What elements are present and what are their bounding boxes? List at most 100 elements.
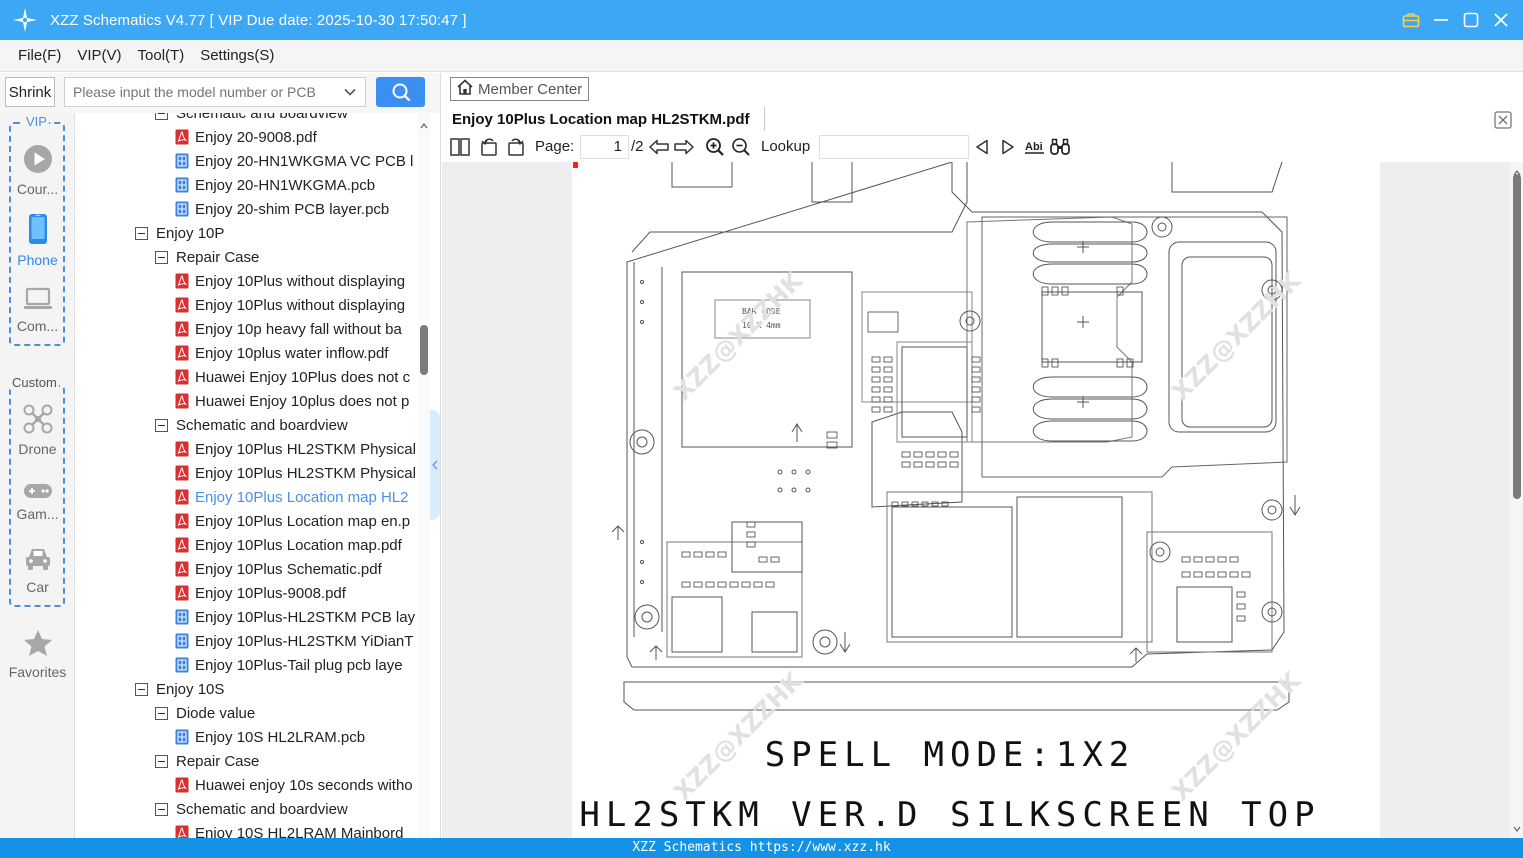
briefcase-icon[interactable]: [1401, 10, 1421, 30]
tree-row-label: Enjoy 10Plus Schematic.pdf: [195, 560, 382, 578]
tree-scrollbar-thumb[interactable]: [420, 325, 428, 375]
tree-file-row[interactable]: Enjoy 10Plus Schematic.pdf: [175, 557, 382, 581]
collapse-toggle-icon[interactable]: [155, 706, 168, 720]
tree-file-row[interactable]: Enjoy 10Plus-Tail plug pcb laye: [175, 653, 403, 677]
tree-file-row[interactable]: Enjoy 20-HN1WKGMA VC PCB l: [175, 149, 413, 173]
tree-file-row[interactable]: Enjoy 10Plus without displaying: [175, 293, 405, 317]
zoom-out-icon[interactable]: [730, 136, 752, 158]
laptop-icon: [0, 287, 75, 314]
tree-row-label: Enjoy 10Plus HL2STKM Physical: [195, 464, 416, 482]
match-text-icon[interactable]: Abi: [1023, 136, 1047, 158]
rotate-right-icon[interactable]: [505, 136, 527, 158]
tree-file-row[interactable]: Enjoy 10S HL2LRAM Mainbord: [175, 821, 403, 838]
previous-page-icon[interactable]: [648, 136, 670, 158]
search-button[interactable]: [376, 77, 425, 107]
pdf-viewer[interactable]: BAR CODE 10 X 4mm XZZ@XZZHK XZZ@XZZHK XZ…: [442, 162, 1510, 838]
category-favorites[interactable]: Favorites: [0, 629, 75, 680]
viewer-scrollbar-thumb[interactable]: [1513, 174, 1521, 499]
find-next-icon[interactable]: [997, 136, 1019, 158]
find-previous-icon[interactable]: [971, 136, 993, 158]
binoculars-icon[interactable]: [1049, 136, 1071, 158]
document-tab[interactable]: Enjoy 10Plus Location map HL2STKM.pdf: [452, 106, 750, 132]
category-gaming[interactable]: Gam...: [0, 483, 75, 522]
tree-folder-row[interactable]: Schematic and boardview: [155, 413, 348, 437]
tree-file-row[interactable]: Enjoy 10Plus-9008.pdf: [175, 581, 346, 605]
tree-file-row[interactable]: Enjoy 10Plus HL2STKM Physical: [175, 461, 416, 485]
tree-folder-row[interactable]: Repair Case: [155, 749, 259, 773]
tree-folder-row[interactable]: Diode value: [155, 701, 255, 725]
tree-file-row[interactable]: Enjoy 10Plus-HL2STKM PCB lay: [175, 605, 415, 629]
scroll-down-icon[interactable]: [1513, 820, 1521, 836]
search-input[interactable]: [73, 84, 341, 100]
tree-file-row[interactable]: Enjoy 10S HL2LRAM.pcb: [175, 725, 365, 749]
tree-file-row[interactable]: Huawei Enjoy 10plus does not p: [175, 389, 409, 413]
member-center-button[interactable]: Member Center: [450, 77, 589, 101]
tree-file-row[interactable]: Enjoy 10Plus Location map HL2: [175, 485, 408, 509]
tree-file-row[interactable]: Enjoy 20-9008.pdf: [175, 125, 317, 149]
watermark-text: XZZ@XZZHK: [668, 266, 809, 407]
search-combobox[interactable]: [64, 77, 366, 107]
tree-file-row[interactable]: Enjoy 20-HN1WKGMA.pcb: [175, 173, 375, 197]
tree-file-row[interactable]: Enjoy 20-shim PCB layer.pcb: [175, 197, 389, 221]
scroll-up-icon[interactable]: [420, 117, 428, 133]
tree-file-row[interactable]: Enjoy 10Plus HL2STKM Physical: [175, 437, 416, 461]
tree-folder-row[interactable]: Schematic and boardview: [155, 797, 348, 821]
category-computer[interactable]: Com...: [0, 287, 75, 334]
close-tab-icon[interactable]: [1494, 111, 1512, 129]
tree-file-row[interactable]: Enjoy 10Plus-HL2STKM YiDianT: [175, 629, 413, 653]
collapse-toggle-icon[interactable]: [135, 226, 148, 240]
tree-file-row[interactable]: Enjoy 10plus water inflow.pdf: [175, 341, 388, 365]
tree-file-row[interactable]: Huawei enjoy 10s seconds witho: [175, 773, 413, 797]
category-label: Car: [26, 579, 49, 595]
collapse-toggle-icon[interactable]: [155, 802, 168, 816]
tree-row-label: Enjoy 10Plus-Tail plug pcb laye: [195, 656, 403, 674]
menu-file[interactable]: File(F): [18, 47, 61, 64]
svg-text:Abi: Abi: [1025, 141, 1043, 153]
tree-folder-row[interactable]: Schematic and boardview: [155, 113, 348, 125]
close-button[interactable]: [1491, 10, 1511, 30]
tree-file-row[interactable]: Enjoy 10p heavy fall without ba: [175, 317, 402, 341]
window-title: XZZ Schematics V4.77 [ VIP Due date: 202…: [50, 11, 467, 29]
search-row: Shrink: [0, 73, 440, 113]
collapse-toggle-icon[interactable]: [155, 754, 168, 768]
maximize-button[interactable]: [1461, 10, 1481, 30]
collapse-panel-handle[interactable]: [430, 410, 440, 520]
rotate-left-icon[interactable]: [478, 136, 500, 158]
tree-scrollbar[interactable]: [418, 113, 430, 838]
tree-row-label: Enjoy 10Plus-9008.pdf: [195, 584, 346, 602]
tree-folder-row[interactable]: Repair Case: [155, 245, 259, 269]
two-page-icon[interactable]: [449, 136, 471, 158]
collapse-toggle-icon[interactable]: [155, 113, 168, 120]
page-number-input[interactable]: 1: [580, 135, 629, 159]
tree-row-label: Enjoy 20-HN1WKGMA VC PCB l: [195, 152, 414, 170]
collapse-toggle-icon[interactable]: [155, 250, 168, 264]
tree-row-label: Huawei Enjoy 10Plus does not c: [195, 368, 411, 386]
collapse-toggle-icon[interactable]: [155, 418, 168, 432]
watermark-text: XZZ@XZZHK: [1166, 266, 1307, 407]
zoom-in-icon[interactable]: [704, 136, 726, 158]
tree-row-label: Enjoy 10p heavy fall without ba: [195, 320, 402, 338]
tree-folder-row[interactable]: Enjoy 10P: [135, 221, 224, 245]
tree-file-row[interactable]: Huawei Enjoy 10Plus does not c: [175, 365, 410, 389]
tree-file-row[interactable]: Enjoy 10Plus Location map.pdf: [175, 533, 402, 557]
tree-folder-row[interactable]: Enjoy 10S: [135, 677, 224, 701]
title-bar: XZZ Schematics V4.77 [ VIP Due date: 202…: [0, 0, 1523, 40]
next-page-icon[interactable]: [673, 136, 695, 158]
chevron-down-icon[interactable]: [343, 85, 357, 102]
category-drone[interactable]: Drone: [0, 404, 75, 457]
star-icon: [0, 629, 75, 660]
tree-file-row[interactable]: Enjoy 10Plus without displaying: [175, 269, 405, 293]
menu-settings[interactable]: Settings(S): [200, 47, 274, 64]
tree-file-row[interactable]: Enjoy 10Plus Location map en.p: [175, 509, 410, 533]
category-courses[interactable]: Cour...: [0, 144, 75, 197]
category-label: Favorites: [8, 664, 67, 680]
viewer-scrollbar[interactable]: [1510, 162, 1523, 838]
shrink-button[interactable]: Shrink: [5, 77, 55, 107]
lookup-input[interactable]: [819, 135, 969, 159]
menu-vip[interactable]: VIP(V): [77, 47, 121, 64]
minimize-button[interactable]: [1431, 10, 1451, 30]
collapse-toggle-icon[interactable]: [135, 682, 148, 696]
category-phone[interactable]: Phone: [0, 213, 75, 268]
menu-tool[interactable]: Tool(T): [138, 47, 185, 64]
category-car[interactable]: Car: [0, 546, 75, 595]
